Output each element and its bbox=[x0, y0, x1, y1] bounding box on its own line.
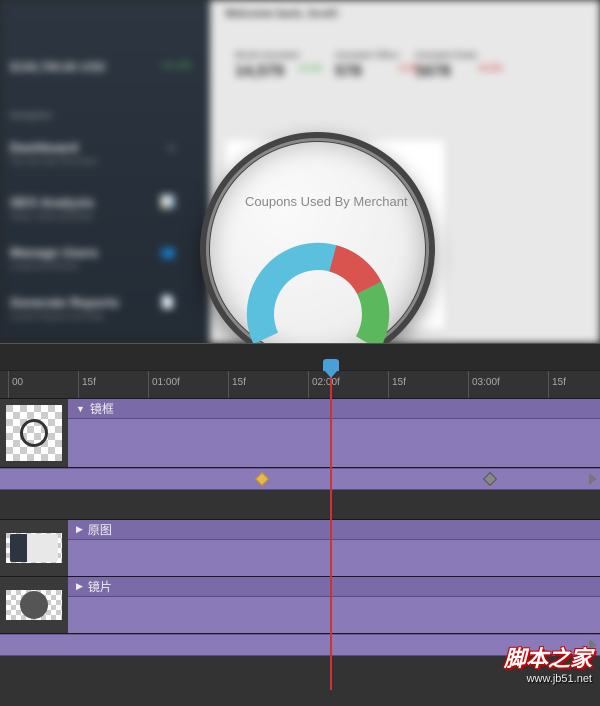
track-label[interactable]: ▶ 镜片 bbox=[68, 577, 600, 597]
track-name: 原图 bbox=[88, 521, 112, 538]
ring-icon bbox=[20, 419, 48, 447]
circle-icon bbox=[20, 591, 48, 619]
welcome-text: Welcome back, Scott! bbox=[225, 8, 590, 23]
magnifier-title: Coupons Used By Merchant bbox=[245, 194, 408, 209]
chevron-right-icon: ▶ bbox=[76, 581, 83, 592]
track-label[interactable]: ▶ 原图 bbox=[68, 520, 600, 540]
money-pct: +4.1% bbox=[160, 60, 192, 72]
keyframe-icon[interactable] bbox=[483, 472, 497, 486]
watermark-url: www.jb51.net bbox=[504, 673, 592, 685]
ruler-mark: 15f bbox=[228, 371, 246, 398]
donut-chart bbox=[238, 234, 398, 343]
ruler-mark: 03:00f bbox=[468, 371, 500, 398]
track-clip[interactable] bbox=[68, 597, 600, 633]
track-clip[interactable] bbox=[68, 540, 600, 576]
ruler-mark: 01:00f bbox=[148, 371, 180, 398]
ruler-mark: 15f bbox=[78, 371, 96, 398]
track-row[interactable]: ▶ 镜片 bbox=[0, 577, 600, 634]
track-name: 镜片 bbox=[88, 578, 112, 595]
timeline-ruler[interactable]: 0015f01:00f15f02:00f15f03:00f15f bbox=[0, 371, 600, 399]
track-row[interactable]: ▼ 镜框 bbox=[0, 399, 600, 468]
track-thumbnail bbox=[0, 577, 68, 633]
ruler-mark: 15f bbox=[388, 371, 406, 398]
preview-panel: Welcome back, Scott! $108,789.66 USD +4.… bbox=[0, 0, 600, 343]
chevron-down-icon: ▼ bbox=[76, 404, 85, 414]
keyframe-track[interactable] bbox=[0, 468, 600, 490]
track-name: 镜框 bbox=[90, 400, 114, 417]
playhead[interactable] bbox=[330, 370, 332, 690]
track-label[interactable]: ▼ 镜框 bbox=[68, 399, 600, 419]
nav-label: Navigation bbox=[10, 110, 53, 120]
track-clip[interactable] bbox=[68, 419, 600, 467]
watermark-text: 脚本之家 bbox=[504, 641, 592, 673]
keyframe-icon[interactable] bbox=[255, 472, 269, 486]
track-thumbnail bbox=[0, 399, 68, 467]
ruler-mark: 15f bbox=[548, 371, 566, 398]
track-spacer bbox=[0, 490, 600, 520]
track-end-icon bbox=[589, 473, 597, 485]
watermark: 脚本之家 www.jb51.net bbox=[504, 641, 592, 685]
chevron-right-icon: ▶ bbox=[76, 524, 83, 535]
track-row[interactable]: ▶ 原图 bbox=[0, 520, 600, 577]
track-thumbnail bbox=[0, 520, 68, 576]
money-value: $108,789.66 USD bbox=[10, 60, 105, 74]
dashboard-thumb-icon bbox=[10, 534, 58, 562]
ruler-mark: 00 bbox=[8, 371, 23, 398]
timeline-toolbar[interactable] bbox=[0, 343, 600, 371]
